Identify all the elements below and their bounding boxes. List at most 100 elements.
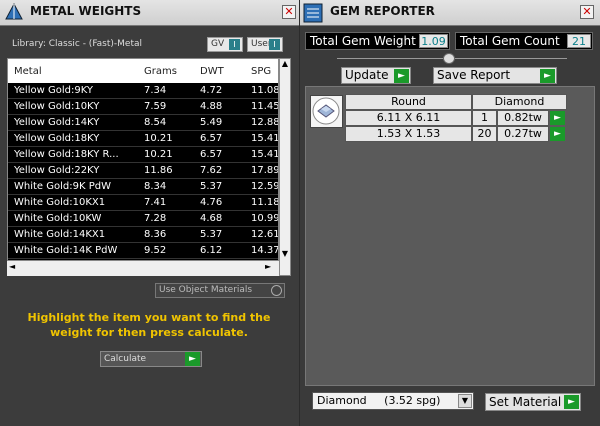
use-object-materials-checkbox[interactable]: Use Object Materials — [155, 283, 285, 298]
gem-reporter-title: GEM REPORTER — [330, 4, 435, 18]
table-cell: Yellow Gold:14KY — [14, 117, 100, 128]
update-button[interactable]: Update ► — [341, 67, 411, 84]
table-cell: 12.59 — [251, 181, 279, 192]
scroll-left-icon[interactable]: ◄ — [9, 262, 15, 271]
table-cell: 10.99 — [251, 213, 279, 224]
table-row[interactable]: White Gold:14K PdW 9.52 6.12 14.37 — [8, 243, 279, 259]
slider-knob[interactable] — [443, 53, 455, 64]
table-cell: 6.57 — [200, 133, 223, 144]
table-row[interactable]: Yellow Gold:18KY R... 10.21 6.57 15.41 — [8, 147, 279, 163]
toggle-indicator-icon: I — [229, 39, 240, 50]
table-cell: 5.37 — [200, 229, 223, 240]
library-label: Library: Classic - (Fast)-Metal — [12, 39, 143, 49]
table-cell: 10.21 — [144, 133, 173, 144]
table-cell: 6.57 — [200, 149, 223, 160]
table-cell: 7.28 — [144, 213, 167, 224]
table-row[interactable]: Yellow Gold:14KY 8.54 5.49 12.88 — [8, 115, 279, 131]
table-cell: 12.88 — [251, 117, 279, 128]
table-cell: 15.41 — [251, 149, 279, 160]
table-cell: 15.41 — [251, 133, 279, 144]
gem-table-cell: 1.53 X 1.53 — [345, 126, 472, 142]
table-cell: 7.59 — [144, 101, 167, 112]
gem-table-cell: 6.11 X 6.11 — [345, 110, 472, 126]
save-report-button[interactable]: Save Report ► — [433, 67, 557, 84]
material-select[interactable]: Diamond (3.52 spg) ▼ — [312, 392, 474, 410]
table-cell: Yellow Gold:10KY — [14, 101, 100, 112]
table-cell: White Gold:14KX1 — [14, 229, 106, 240]
table-row[interactable]: Yellow Gold:9KY 7.34 4.72 11.08 — [8, 83, 279, 99]
play-icon: ► — [564, 395, 579, 409]
chevron-down-icon: ▼ — [458, 394, 472, 408]
metal-weights-logo-icon — [5, 2, 23, 20]
column-header-grams[interactable]: Grams — [144, 66, 177, 77]
save-report-label: Save Report — [437, 68, 511, 82]
gv-toggle[interactable]: GV I — [207, 37, 243, 52]
metal-table-horizontal-scrollbar[interactable]: ◄ ► — [7, 260, 279, 276]
metal-table-vertical-scrollbar[interactable]: ▲ ▼ — [279, 58, 291, 276]
gem-reporter-logo-icon — [303, 3, 323, 23]
table-cell: White Gold:10KX1 — [14, 197, 106, 208]
table-cell: 6.12 — [200, 245, 223, 256]
table-cell: 11.86 — [144, 165, 173, 176]
table-row[interactable]: Yellow Gold:22KY 11.86 7.62 17.89 — [8, 163, 279, 179]
table-row[interactable]: White Gold:10KX1 7.41 4.76 11.18 — [8, 195, 279, 211]
close-icon[interactable]: ✕ — [580, 5, 594, 19]
table-cell: 11.45 — [251, 101, 279, 112]
table-row[interactable]: White Gold:14KX1 8.36 5.37 12.61 — [8, 227, 279, 243]
table-cell: 11.08 — [251, 85, 279, 96]
gem-table-cell: 0.27tw — [497, 126, 549, 142]
table-cell: 8.36 — [144, 229, 167, 240]
table-cell: Yellow Gold:18KY — [14, 133, 100, 144]
table-cell: 10.21 — [144, 149, 173, 160]
table-cell: 8.54 — [144, 117, 167, 128]
use-object-materials-label: Use Object Materials — [159, 285, 253, 295]
total-gem-weight-box: Total Gem Weight 1.09 — [305, 32, 450, 50]
metal-table-header: Metal Grams DWT SPG — [8, 59, 278, 83]
table-cell: Yellow Gold:9KY — [14, 85, 93, 96]
table-row[interactable]: White Gold:10KW 7.28 4.68 10.99 — [8, 211, 279, 227]
table-cell: White Gold:14K PdW — [14, 245, 118, 256]
set-material-button[interactable]: Set Material ► — [485, 393, 581, 411]
table-cell: 4.72 — [200, 85, 223, 96]
metal-weights-title: METAL WEIGHTS — [30, 4, 142, 18]
total-gem-count-value: 21 — [567, 34, 591, 48]
table-cell: 14.37 — [251, 245, 279, 256]
gem-header-material: Diamond — [472, 94, 567, 110]
gem-header-shape: Round — [345, 94, 472, 110]
table-cell: 12.61 — [251, 229, 279, 240]
total-gem-count-label: Total Gem Count — [460, 34, 560, 48]
column-header-spg[interactable]: SPG — [251, 66, 271, 77]
update-label: Update — [345, 68, 389, 82]
scroll-right-icon[interactable]: ► — [265, 262, 271, 271]
close-icon[interactable]: ✕ — [282, 5, 296, 19]
table-cell: White Gold:10KW — [14, 213, 102, 224]
table-cell: 11.18 — [251, 197, 279, 208]
table-cell: 4.88 — [200, 101, 223, 112]
table-cell: Yellow Gold:22KY — [14, 165, 100, 176]
table-row[interactable]: Yellow Gold:18KY 10.21 6.57 15.41 — [8, 131, 279, 147]
radio-circle-icon — [271, 285, 282, 296]
gem-table-cell: 1 — [472, 110, 497, 126]
table-cell: 7.62 — [200, 165, 223, 176]
metal-weights-titlebar: METAL WEIGHTS ✕ — [0, 0, 299, 26]
table-row[interactable]: Yellow Gold:10KY 7.59 4.88 11.45 — [8, 99, 279, 115]
calculate-button[interactable]: Calculate ► — [100, 351, 202, 367]
scroll-up-icon[interactable]: ▲ — [280, 59, 290, 71]
play-icon: ► — [394, 69, 409, 83]
table-cell: 5.49 — [200, 117, 223, 128]
gem-reporter-titlebar: GEM REPORTER ✕ — [300, 0, 600, 26]
play-icon: ► — [540, 69, 555, 83]
table-cell: 9.52 — [144, 245, 167, 256]
table-cell: 17.89 — [251, 165, 279, 176]
gem-table-cell: 0.82tw — [497, 110, 549, 126]
table-cell: 4.76 — [200, 197, 223, 208]
column-header-metal[interactable]: Metal — [14, 66, 42, 77]
scroll-down-icon[interactable]: ▼ — [280, 249, 290, 261]
gv-toggle-label: GV — [211, 39, 225, 49]
column-header-dwt[interactable]: DWT — [200, 66, 224, 77]
table-row[interactable]: White Gold:9K PdW 8.34 5.37 12.59 — [8, 179, 279, 195]
gem-row-play-icon[interactable]: ► — [550, 127, 565, 141]
gem-row-play-icon[interactable]: ► — [550, 111, 565, 125]
user-toggle[interactable]: User I — [247, 37, 283, 52]
calculate-label: Calculate — [104, 354, 147, 364]
